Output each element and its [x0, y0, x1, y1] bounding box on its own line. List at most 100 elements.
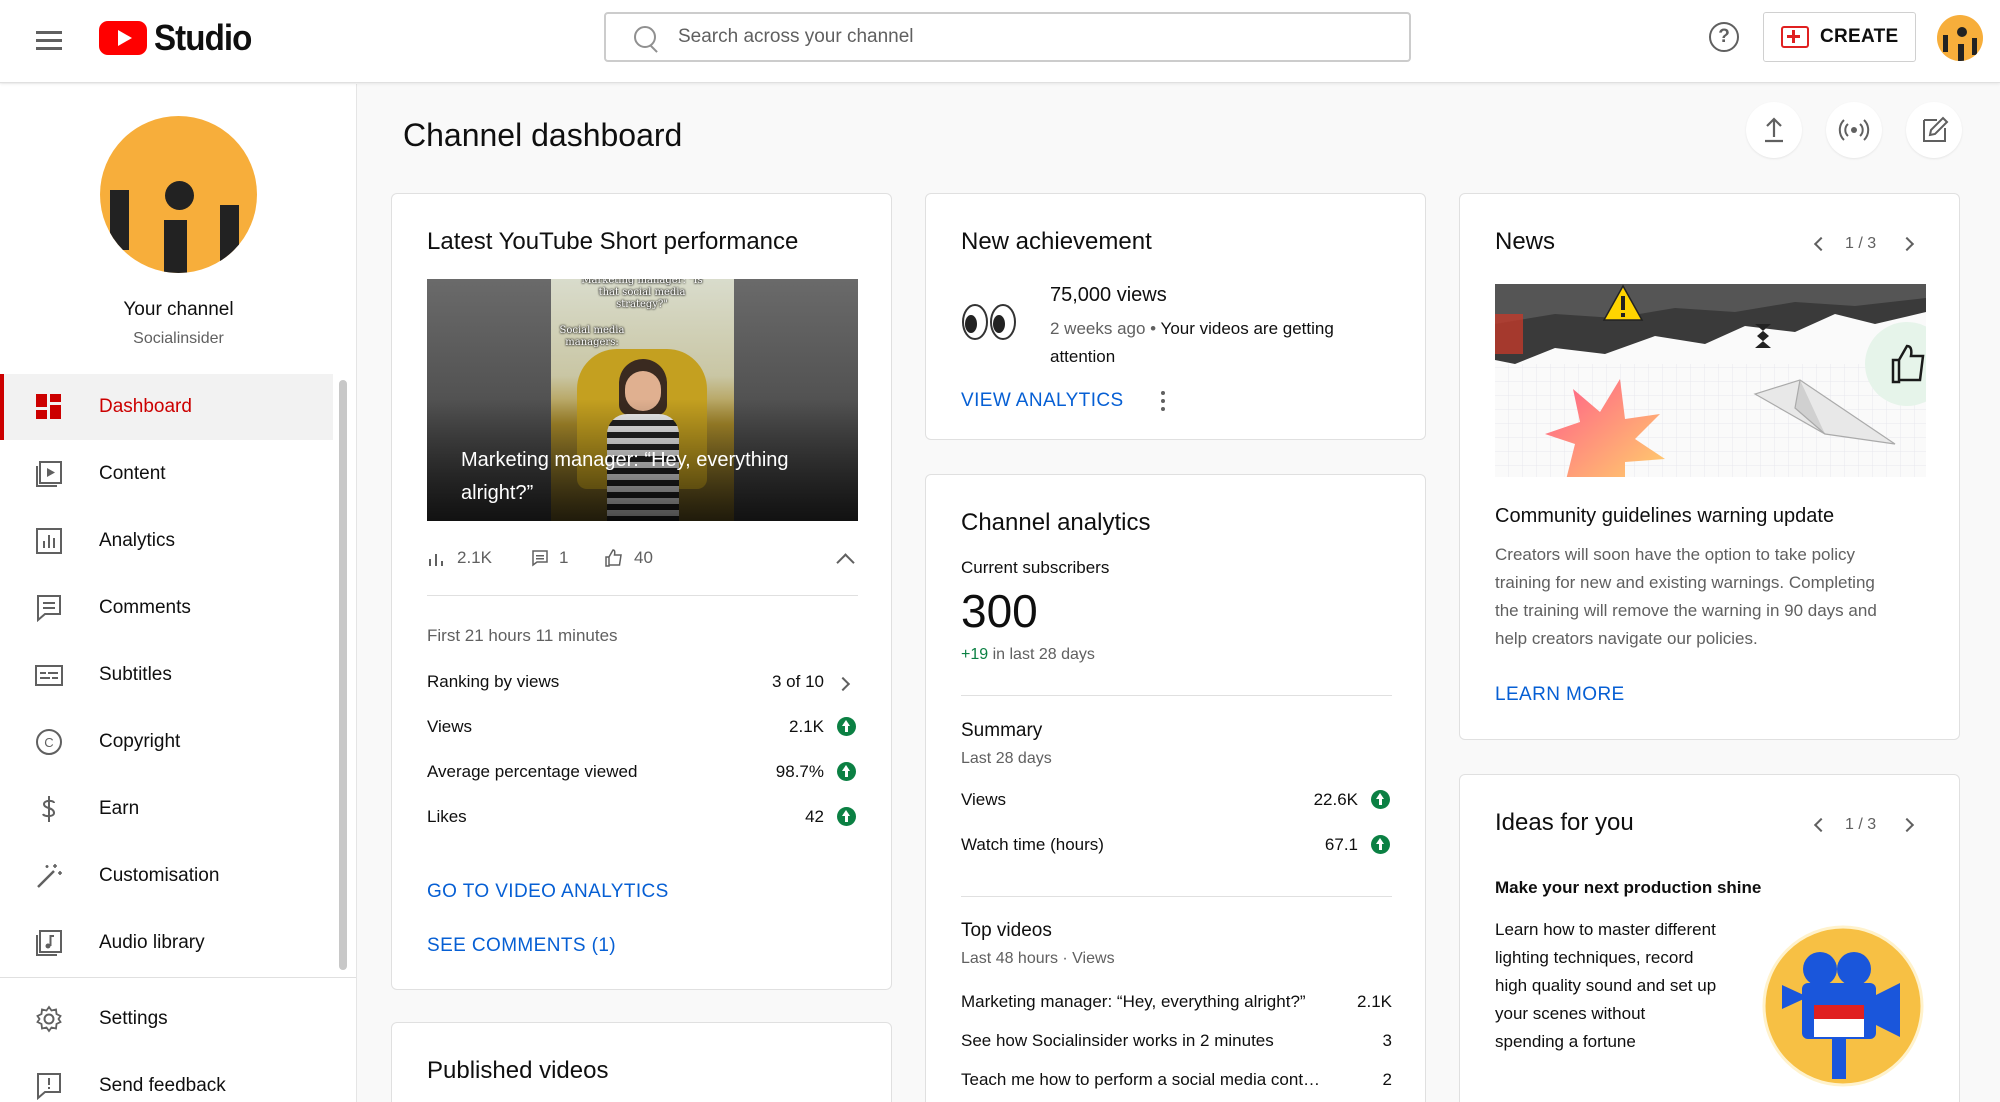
top-videos-title: Top videos	[961, 920, 1052, 941]
news-body-line: help creators navigate our policies.	[1495, 629, 1758, 648]
top-video-row[interactable]: See how Socialinsider works in 2 minutes…	[961, 1031, 1392, 1061]
divider	[961, 695, 1392, 696]
studio-logo[interactable]: Studio	[99, 17, 260, 59]
sidebar-item-subtitles[interactable]: Subtitles	[0, 642, 333, 708]
metric-value: 2.1K	[789, 717, 824, 736]
sidebar-item-comments[interactable]: Comments	[0, 575, 333, 641]
views-count: 2.1K	[457, 548, 492, 567]
trend-up-icon	[837, 717, 856, 736]
chevron-left-icon[interactable]	[1813, 236, 1829, 252]
chevron-right-icon[interactable]	[1899, 236, 1915, 252]
subtitles-icon	[35, 665, 63, 686]
metric-value: 42	[805, 807, 824, 826]
achievement-headline: 75,000 views	[1050, 284, 1167, 306]
ideas-headline: Make your next production shine	[1495, 878, 1762, 897]
metric-value: 98.7%	[775, 762, 824, 781]
collapse-chevron-icon[interactable]	[836, 553, 855, 572]
go-live-button[interactable]	[1826, 102, 1882, 158]
channel-avatar[interactable]	[100, 116, 257, 273]
subscribers-value: 300	[961, 585, 1038, 637]
news-body: Creators will soon have the option to ta…	[1495, 541, 1935, 653]
sidebar-item-copyright[interactable]: C Copyright	[0, 709, 333, 775]
ideas-body-line: Learn how to master different	[1495, 920, 1716, 939]
sidebar-item-analytics[interactable]: Analytics	[0, 508, 333, 574]
sidebar-scrollbar[interactable]	[339, 380, 347, 970]
chevron-right-icon	[835, 676, 851, 692]
eyes-icon	[962, 304, 1016, 340]
news-headline[interactable]: Community guidelines warning update	[1495, 505, 1834, 528]
likes-count: 40	[634, 548, 653, 567]
ideas-pager: 1 / 3	[1845, 816, 1877, 833]
summary-label: Views	[961, 790, 1007, 809]
sidebar-item-earn[interactable]: Earn	[0, 776, 333, 842]
trend-up-icon	[837, 807, 856, 826]
card-title: Channel analytics	[961, 509, 1151, 536]
latest-short-card: Latest YouTube Short performance Marketi…	[391, 193, 892, 990]
live-broadcast-icon	[1838, 119, 1870, 141]
account-avatar[interactable]	[1937, 15, 1983, 61]
create-button[interactable]: CREATE	[1763, 12, 1916, 62]
new-achievement-card: New achievement 75,000 views 2 weeks ago…	[925, 193, 1426, 440]
help-icon[interactable]: ?	[1709, 22, 1739, 52]
news-illustration[interactable]	[1495, 284, 1926, 477]
upload-icon	[1765, 117, 1783, 143]
settings-icon	[36, 1005, 62, 1033]
upload-button[interactable]	[1746, 102, 1802, 158]
short-stats: 2.1K 1 40	[427, 546, 858, 576]
sidebar-item-label: Dashboard	[99, 396, 192, 417]
chevron-left-icon[interactable]	[1813, 817, 1829, 833]
analytics-icon	[36, 528, 62, 554]
metric-row[interactable]: Ranking by views 3 of 10	[427, 672, 858, 702]
sidebar-item-audio-library[interactable]: Audio library	[0, 910, 333, 976]
thumbnail-top-text: Marketing manager: "Is that social media…	[581, 279, 703, 310]
menu-icon[interactable]	[33, 24, 65, 56]
search-icon[interactable]	[628, 22, 672, 52]
sidebar-item-dashboard[interactable]: Dashboard	[0, 374, 333, 440]
create-post-button[interactable]	[1906, 102, 1962, 158]
top-video-row[interactable]: Teach me how to perform a social media c…	[961, 1070, 1392, 1100]
sidebar-item-customisation[interactable]: Customisation	[0, 843, 333, 909]
search-box	[604, 12, 1411, 62]
achievement-description: 2 weeks ago • Your videos are getting at…	[1050, 319, 1334, 366]
view-analytics-link[interactable]: VIEW ANALYTICS	[961, 390, 1124, 412]
sidebar-item-settings[interactable]: Settings	[0, 986, 333, 1052]
divider	[427, 595, 858, 596]
metrics-list: Ranking by views 3 of 10 Views 2.1K Aver…	[427, 672, 858, 852]
news-body-line: training for new and existing warnings. …	[1495, 573, 1875, 592]
top-video-row[interactable]: Marketing manager: “Hey, everything alri…	[961, 992, 1392, 1022]
magic-wand-icon	[37, 864, 62, 888]
copyright-icon: C	[36, 729, 62, 755]
trend-up-icon	[1371, 835, 1390, 854]
news-body-line: Creators will soon have the option to ta…	[1495, 545, 1856, 564]
card-title: New achievement	[961, 228, 1152, 255]
ideas-body-line: lighting techniques, record	[1495, 948, 1694, 967]
trend-up-icon	[837, 762, 856, 781]
see-comments-link[interactable]: SEE COMMENTS (1)	[427, 935, 616, 957]
news-body-line: the training will remove the warning in …	[1495, 601, 1877, 620]
top-video-views: 2	[1382, 1070, 1392, 1089]
top-videos-list: Marketing manager: “Hey, everything alri…	[961, 992, 1392, 1092]
chevron-right-icon[interactable]	[1899, 817, 1915, 833]
sidebar-item-label: Customisation	[99, 865, 220, 886]
search-input[interactable]	[678, 26, 1378, 48]
channel-analytics-card: Channel analytics Current subscribers 30…	[925, 474, 1426, 1102]
sidebar-item-send-feedback[interactable]: Send feedback	[0, 1053, 333, 1102]
learn-more-link[interactable]: LEARN MORE	[1495, 684, 1625, 706]
more-options-icon[interactable]	[1159, 389, 1167, 415]
page-title: Channel dashboard	[403, 117, 683, 153]
top-videos-period: Last 48 hours · Views	[961, 950, 1115, 967]
short-thumbnail[interactable]: Marketing manager: "Is that social media…	[427, 279, 858, 521]
sidebar-item-label: Copyright	[99, 731, 181, 752]
sidebar-item-content[interactable]: Content	[0, 441, 333, 507]
ideas-body-line: high quality sound and set up	[1495, 976, 1717, 995]
sidebar-item-label: Send feedback	[99, 1075, 226, 1096]
channel-name: Your channel	[123, 299, 234, 320]
metric-row: Views 2.1K	[427, 717, 858, 747]
comments-count: 1	[559, 548, 569, 567]
summary-label: Watch time (hours)	[961, 835, 1104, 854]
content-icon	[36, 461, 62, 487]
sidebar-divider	[0, 977, 356, 978]
youtube-logo-icon	[99, 21, 147, 55]
go-to-video-analytics-link[interactable]: GO TO VIDEO ANALYTICS	[427, 881, 669, 903]
news-card: News 1 / 3 Community guidelines warning …	[1459, 193, 1960, 740]
